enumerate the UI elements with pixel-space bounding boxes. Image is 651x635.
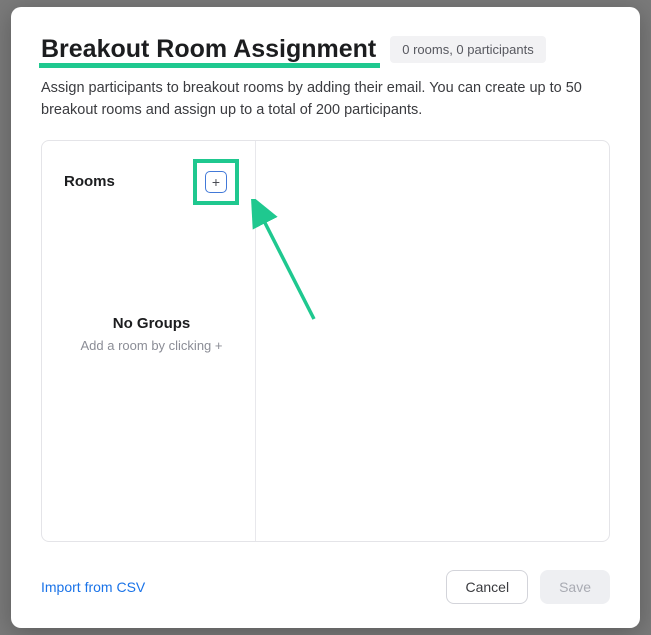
modal-title-text: Breakout Room Assignment [41,35,376,63]
rooms-header: Rooms + [64,159,239,205]
save-button[interactable]: Save [540,570,610,604]
rooms-label: Rooms [64,173,115,190]
empty-state-title: No Groups [64,315,239,332]
title-highlight [39,63,380,68]
add-room-button[interactable]: + [205,171,227,193]
import-csv-link[interactable]: Import from CSV [41,579,145,595]
modal-header: Breakout Room Assignment 0 rooms, 0 part… [41,35,610,64]
rooms-sidebar: Rooms + No Groups Add a room by clicking… [42,141,256,542]
empty-state-subtitle: Add a room by clicking + [64,338,239,353]
rooms-panel: Rooms + No Groups Add a room by clicking… [41,140,610,543]
room-count-badge: 0 rooms, 0 participants [390,36,546,63]
plus-icon: + [212,173,220,191]
footer-buttons: Cancel Save [446,570,610,604]
rooms-detail-panel [256,141,609,542]
empty-state: No Groups Add a room by clicking + [64,315,239,353]
modal-footer: Import from CSV Cancel Save [41,570,610,604]
add-room-highlight: + [193,159,239,205]
breakout-room-modal: Breakout Room Assignment 0 rooms, 0 part… [11,7,640,628]
modal-title: Breakout Room Assignment [41,35,376,64]
cancel-button[interactable]: Cancel [446,570,528,604]
modal-description: Assign participants to breakout rooms by… [41,78,610,122]
